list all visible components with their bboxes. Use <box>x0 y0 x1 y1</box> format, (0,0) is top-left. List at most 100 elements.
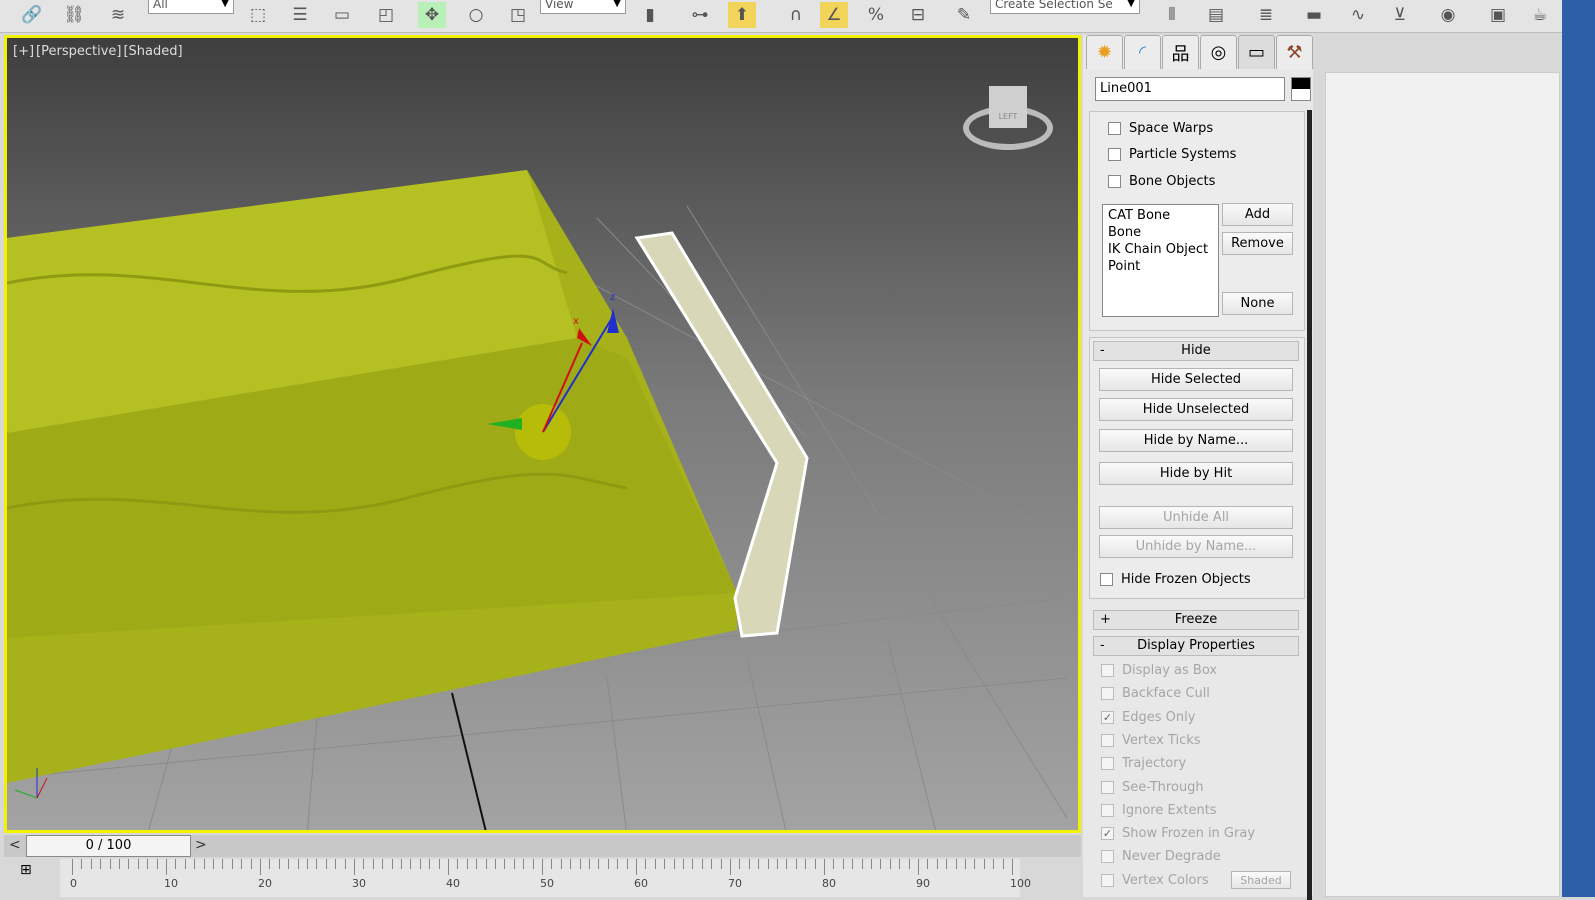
viewcube[interactable]: LEFT <box>963 86 1053 156</box>
checkbox-box[interactable] <box>1101 780 1114 794</box>
rect-selection-icon[interactable]: ▭ <box>328 2 356 28</box>
create-tab-icon[interactable]: ✹ <box>1086 35 1123 69</box>
time-slider[interactable]: 0 / 100 <box>26 835 191 857</box>
named-selection-dropdown[interactable]: Create Selection Se <box>990 0 1140 14</box>
add-button[interactable]: Add <box>1222 203 1293 226</box>
checkbox-box[interactable] <box>1101 803 1114 817</box>
select-by-name-icon[interactable]: ☰ <box>286 2 314 28</box>
display-prop-checkbox[interactable]: Display as Box <box>1101 663 1217 678</box>
display-prop-checkbox[interactable]: Ignore Extents <box>1101 803 1217 818</box>
align-icon[interactable]: ▤ <box>1202 2 1230 28</box>
ruler-tick <box>457 859 459 869</box>
viewport-pov-label[interactable]: [Perspective] <box>36 44 121 59</box>
bone-objects-checkbox[interactable]: Bone Objects <box>1108 174 1215 189</box>
layer-manager-icon[interactable]: ≣ <box>1252 2 1280 28</box>
display-prop-checkbox[interactable]: Never Degrade <box>1101 849 1221 864</box>
checkbox-box[interactable] <box>1101 733 1114 747</box>
checkbox-box[interactable]: ✓ <box>1101 710 1114 724</box>
keyboard-shortcut-icon[interactable]: ⬆ <box>728 2 756 28</box>
edit-named-selection-icon[interactable]: ✎ <box>950 2 978 28</box>
display-prop-checkbox[interactable]: ✓ Show Frozen in Gray <box>1101 826 1255 841</box>
prev-frame-button[interactable]: < <box>9 837 21 853</box>
viewport-menu-plus[interactable]: [+] <box>13 44 34 59</box>
curve-editor-icon[interactable]: ∿ <box>1344 2 1372 28</box>
render-icon[interactable]: ☕ <box>1526 2 1554 28</box>
particle-systems-checkbox[interactable]: Particle Systems <box>1108 147 1236 162</box>
object-name-field[interactable]: Line001 <box>1095 77 1285 101</box>
display-prop-checkbox[interactable]: Backface Cull <box>1101 686 1210 701</box>
modify-tab-icon[interactable]: ◜ <box>1124 35 1161 69</box>
display-prop-checkbox[interactable]: ✓ Edges Only <box>1101 710 1195 725</box>
space-warps-checkbox[interactable]: Space Warps <box>1108 121 1213 136</box>
display-prop-checkbox[interactable]: Vertex Colors <box>1101 873 1209 888</box>
link-icon[interactable]: 🔗 <box>18 2 46 28</box>
window-crossing-icon[interactable]: ◰ <box>372 2 400 28</box>
spinner-snap-icon[interactable]: ⊟ <box>904 2 932 28</box>
object-color-swatch[interactable] <box>1291 77 1311 101</box>
checkbox-box[interactable] <box>1101 850 1114 864</box>
remove-button[interactable]: Remove <box>1222 232 1293 255</box>
manipulate-icon[interactable]: ⊶ <box>686 2 714 28</box>
unhide-all-button[interactable]: Unhide All <box>1099 506 1293 529</box>
category-list[interactable]: CAT Bone Bone IK Chain Object Point <box>1102 204 1219 317</box>
ruler-tick <box>955 859 957 869</box>
display-properties-rollout-header[interactable]: - Display Properties <box>1093 636 1299 656</box>
checkbox-label: See-Through <box>1122 779 1204 795</box>
rotate-icon[interactable]: ○ <box>462 2 490 28</box>
scale-icon[interactable]: ◳ <box>504 2 532 28</box>
selection-filter-dropdown[interactable]: All <box>148 0 234 14</box>
next-frame-button[interactable]: > <box>195 837 207 853</box>
reference-coord-dropdown[interactable]: View <box>540 0 626 14</box>
hide-unselected-button[interactable]: Hide Unselected <box>1099 398 1293 421</box>
mirror-icon[interactable]: ⫴ <box>1158 2 1186 28</box>
key-filter-icon[interactable]: ⊞ <box>20 862 32 878</box>
hide-rollout-header[interactable]: - Hide <box>1093 341 1299 361</box>
display-prop-checkbox[interactable]: See-Through <box>1101 780 1204 795</box>
viewport-shading-label[interactable]: [Shaded] <box>123 44 182 59</box>
ruler-tick <box>542 859 543 875</box>
render-setup-icon[interactable]: ▣ <box>1484 2 1512 28</box>
viewport-label[interactable]: [+] [Perspective] [Shaded] <box>13 44 185 59</box>
hierarchy-tab-icon[interactable]: 品 <box>1162 35 1199 69</box>
none-button[interactable]: None <box>1222 292 1293 315</box>
ruler-tick <box>946 859 948 869</box>
track-bar[interactable]: 0 10 20 30 40 50 60 70 80 90 100 <box>60 859 1031 897</box>
hide-by-hit-button[interactable]: Hide by Hit <box>1099 462 1293 485</box>
hide-by-name-button[interactable]: Hide by Name... <box>1099 429 1293 452</box>
graphite-ribbon-icon[interactable]: ▬ <box>1300 2 1328 28</box>
hide-selected-button[interactable]: Hide Selected <box>1099 368 1293 391</box>
hide-frozen-checkbox[interactable]: Hide Frozen Objects <box>1100 572 1251 587</box>
snap-3d-icon[interactable]: ∩ <box>782 2 810 28</box>
select-object-icon[interactable]: ⬚ <box>244 2 272 28</box>
panel-scrollbar[interactable] <box>1307 110 1312 900</box>
vertex-colors-shaded-button[interactable]: Shaded <box>1231 871 1291 889</box>
display-prop-checkbox[interactable]: Trajectory <box>1101 756 1186 771</box>
utilities-tab-icon[interactable]: ⚒ <box>1276 35 1313 69</box>
checkbox-box[interactable] <box>1101 873 1114 887</box>
move-icon[interactable]: ✥ <box>418 2 446 28</box>
checkbox-box[interactable] <box>1101 664 1114 677</box>
checkbox-box[interactable]: ✓ <box>1101 827 1114 841</box>
angle-snap-icon[interactable]: ∠ <box>820 2 848 28</box>
unlink-icon[interactable]: ⛓ <box>60 2 88 28</box>
list-item[interactable]: IK Chain Object <box>1108 241 1213 258</box>
motion-tab-icon[interactable]: ◎ <box>1200 35 1237 69</box>
material-editor-icon[interactable]: ◉ <box>1434 2 1462 28</box>
freeze-rollout-header[interactable]: + Freeze <box>1093 610 1299 630</box>
list-item[interactable]: Point <box>1108 258 1213 275</box>
display-tab-icon[interactable]: ▭ <box>1238 35 1275 69</box>
percent-snap-icon[interactable]: % <box>862 2 890 28</box>
ruler-tick <box>1002 859 1004 869</box>
display-prop-checkbox[interactable]: Vertex Ticks <box>1101 733 1201 748</box>
ruler-label: 40 <box>446 877 460 890</box>
schematic-view-icon[interactable]: ⊻ <box>1386 2 1414 28</box>
bind-spacewarp-icon[interactable]: ≋ <box>104 2 132 28</box>
pivot-icon[interactable]: ▮ <box>636 2 664 28</box>
ruler-label: 30 <box>352 877 366 890</box>
list-item[interactable]: CAT Bone <box>1108 207 1213 224</box>
list-item[interactable]: Bone <box>1108 224 1213 241</box>
checkbox-box[interactable] <box>1101 757 1114 771</box>
perspective-viewport[interactable]: z x LEFT [+] [Perspective] [Shaded] <box>4 35 1081 833</box>
checkbox-box[interactable] <box>1101 687 1114 701</box>
unhide-by-name-button[interactable]: Unhide by Name... <box>1099 535 1293 558</box>
